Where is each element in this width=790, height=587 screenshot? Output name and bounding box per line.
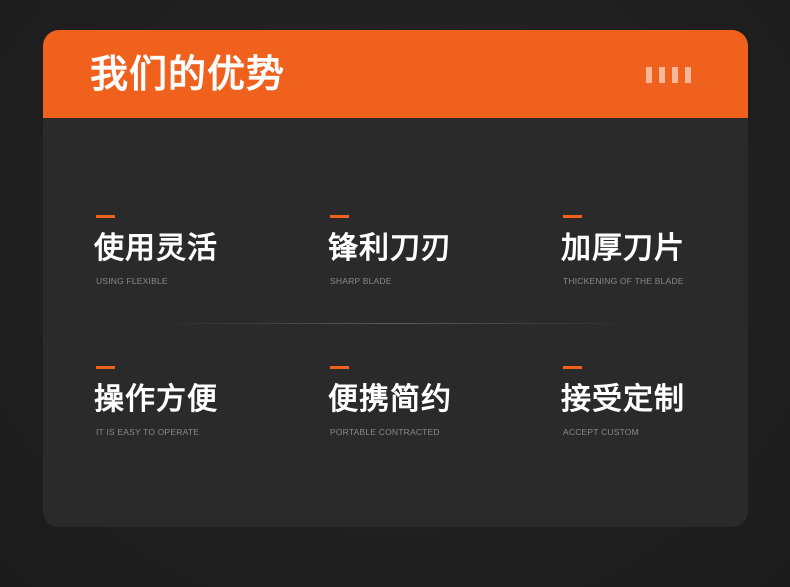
feature-subtitle: USING FLEXIBLE [96, 276, 168, 286]
accent-dash [330, 366, 349, 369]
feature-title: 操作方便 [94, 382, 218, 417]
page-title: 我们的优势 [90, 52, 286, 96]
accent-dash [330, 215, 349, 218]
accent-dash [563, 366, 582, 369]
feature-title: 锋利刀刃 [328, 231, 452, 266]
advantages-card: 我们的优势 使用灵活 USING FLEXIBLE 锋利刀刃 SHARP BLA… [43, 30, 748, 527]
accent-dash [563, 215, 582, 218]
feature-title: 便携简约 [328, 382, 452, 417]
decorative-bars-icon [646, 67, 691, 83]
bar-1 [646, 67, 652, 83]
bar-3 [672, 67, 678, 83]
feature-subtitle: SHARP BLADE [330, 276, 392, 286]
feature-title: 使用灵活 [94, 231, 218, 266]
accent-dash [96, 215, 115, 218]
accent-dash [96, 366, 115, 369]
bar-2 [659, 67, 665, 83]
feature-title: 接受定制 [561, 382, 685, 417]
feature-title: 加厚刀片 [561, 231, 685, 266]
row-divider [153, 323, 638, 324]
card-header: 我们的优势 [43, 30, 748, 118]
feature-subtitle: ACCEPT CUSTOM [563, 427, 639, 437]
feature-subtitle: IT IS EASY TO OPERATE [96, 427, 200, 437]
feature-subtitle: THICKENING OF THE BLADE [563, 276, 684, 286]
bar-4 [685, 67, 691, 83]
feature-subtitle: PORTABLE CONTRACTED [330, 427, 440, 437]
